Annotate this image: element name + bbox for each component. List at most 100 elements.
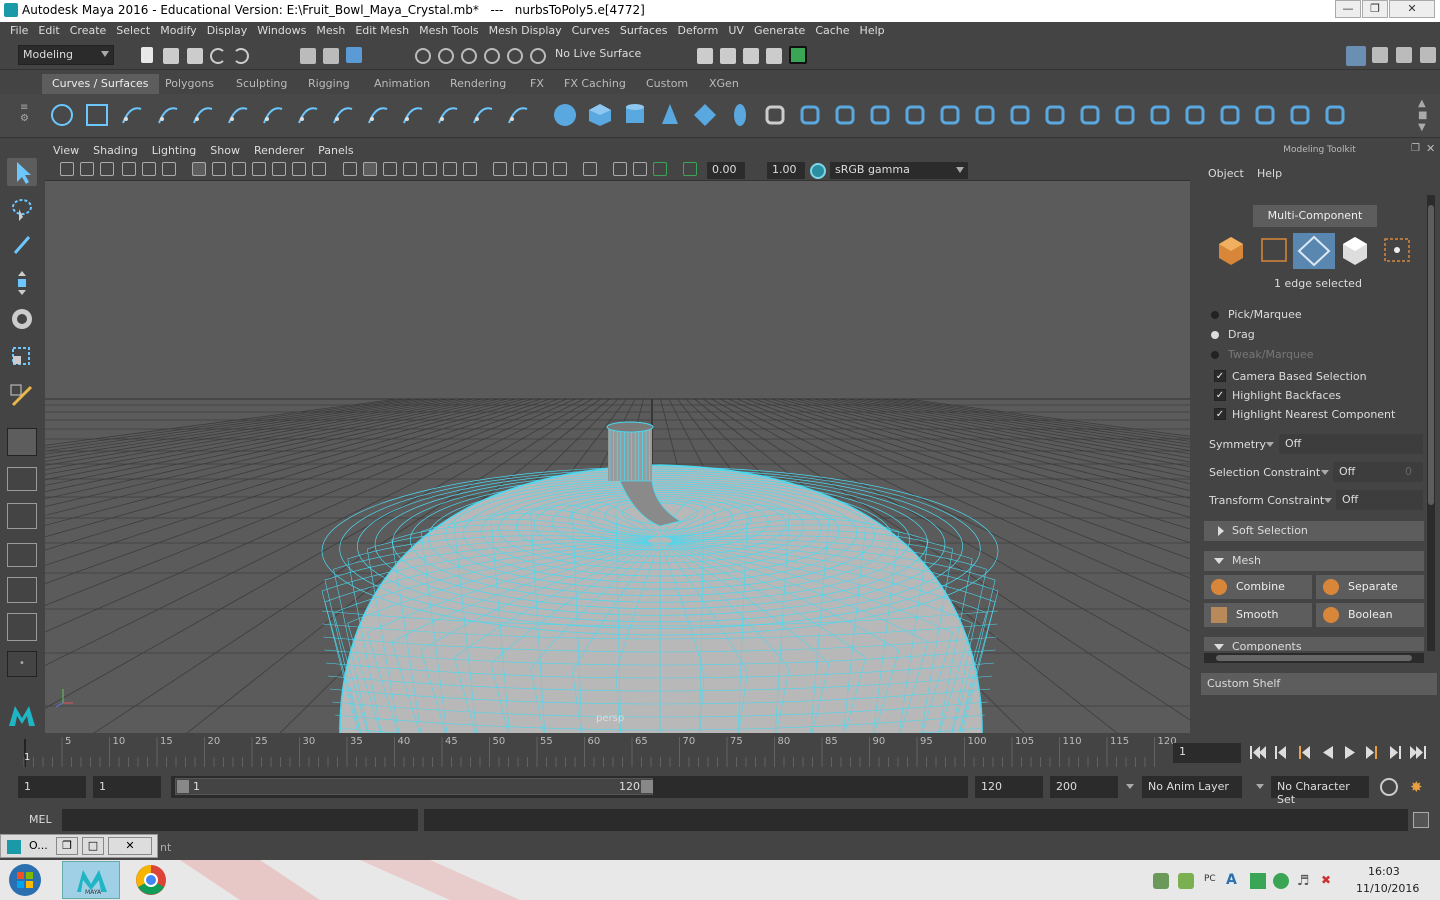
layout-outliner-icon[interactable] xyxy=(7,613,37,641)
tray-muted-icon[interactable]: ✖ xyxy=(1321,873,1337,889)
channel-box-icon[interactable] xyxy=(1420,47,1436,63)
ep-curve-icon[interactable] xyxy=(156,103,180,127)
cv-curve-icon[interactable] xyxy=(120,103,144,127)
snap-grid-icon[interactable] xyxy=(415,48,431,64)
scrollbar-thumb[interactable] xyxy=(1428,205,1434,505)
minimized-window[interactable]: O... ❐ □ ✕ xyxy=(0,834,158,858)
motion-blur-icon[interactable] xyxy=(493,162,507,176)
shelf-tab-rendering[interactable]: Rendering xyxy=(440,74,516,94)
menu-mesh[interactable]: Mesh xyxy=(311,22,350,37)
vertex-mode-icon[interactable] xyxy=(1261,238,1287,262)
transform-constraint-arrow[interactable] xyxy=(1324,498,1332,503)
attach-surface-icon[interactable] xyxy=(1183,103,1207,127)
nurbs-circle-icon[interactable] xyxy=(50,103,74,127)
soft-selection-section[interactable]: Soft Selection xyxy=(1204,521,1424,541)
cut-curve-icon[interactable] xyxy=(331,103,355,127)
color-management-icon[interactable] xyxy=(810,163,826,179)
nurbs-cube-icon[interactable] xyxy=(588,103,612,127)
vertical-scrollbar[interactable] xyxy=(1427,195,1435,651)
menu-curves[interactable]: Curves xyxy=(567,22,615,37)
nurbs-cone-icon[interactable] xyxy=(658,103,682,127)
bevel-plus-icon[interactable] xyxy=(1008,103,1032,127)
tray-green-icon[interactable] xyxy=(1250,873,1266,889)
shelf-scroll-icon[interactable]: ▲ ■ ▼ xyxy=(1418,98,1432,134)
film-gate-icon[interactable] xyxy=(212,162,226,176)
menu-display[interactable]: Display xyxy=(202,22,253,37)
camera-based-checkbox[interactable]: ✓ xyxy=(1214,370,1226,382)
menu-deform[interactable]: Deform xyxy=(672,22,723,37)
step-forward-frame-icon[interactable] xyxy=(1366,746,1377,759)
character-set-arrow[interactable] xyxy=(1256,784,1264,789)
tray-language-icon[interactable]: A xyxy=(1226,872,1242,890)
gate-mask-icon[interactable] xyxy=(252,162,266,176)
select-hierarchy-icon[interactable] xyxy=(300,48,316,64)
nurbs-cylinder-icon[interactable] xyxy=(623,103,647,127)
range-slider-bar[interactable]: 1 120 xyxy=(171,776,968,798)
select-tool-icon[interactable] xyxy=(7,158,37,186)
symmetry-dropdown-arrow[interactable] xyxy=(1266,442,1274,447)
play-backward-icon[interactable] xyxy=(1323,746,1333,759)
clock-time[interactable]: 16:03 xyxy=(1368,865,1400,878)
menu-windows[interactable]: Windows xyxy=(252,22,311,37)
drag-radio[interactable] xyxy=(1211,331,1219,339)
mel-label[interactable]: MEL xyxy=(29,813,52,826)
go-to-end-icon[interactable] xyxy=(1410,746,1426,759)
menu-mesh-display[interactable]: Mesh Display xyxy=(484,22,567,37)
mode-selector[interactable]: Modeling xyxy=(18,45,114,65)
range-start-handle-icon[interactable] xyxy=(177,780,189,793)
lasso-tool-icon[interactable] xyxy=(7,195,37,223)
shelf-menu-icon[interactable]: ≡ ⚙ xyxy=(20,102,34,130)
pick-marquee-radio[interactable] xyxy=(1211,311,1219,319)
field-chart-icon[interactable] xyxy=(272,162,286,176)
custom-shelf-bar[interactable]: Custom Shelf xyxy=(1201,673,1437,695)
symmetry-field[interactable]: Off xyxy=(1279,434,1423,454)
resolution-gate-icon[interactable] xyxy=(232,162,246,176)
color-space-dropdown[interactable]: sRGB gamma xyxy=(830,162,968,179)
grid-icon[interactable] xyxy=(192,162,206,176)
tray-network-icon[interactable] xyxy=(1153,873,1169,889)
selection-constraint-field[interactable]: Off 0 xyxy=(1333,462,1423,482)
maximize-button[interactable]: ❐ xyxy=(1362,0,1388,18)
layout-menu-icon[interactable]: • xyxy=(7,651,37,677)
bookmarks-icon[interactable] xyxy=(100,162,114,176)
playback-end-field[interactable]: 120 xyxy=(975,776,1043,798)
highlight-nearest-checkbox[interactable]: ✓ xyxy=(1214,408,1226,420)
bezier-curve-icon[interactable] xyxy=(261,103,285,127)
viewport-menu-renderer[interactable]: Renderer xyxy=(246,143,310,157)
render-current-icon[interactable] xyxy=(720,48,736,64)
uv-mode-icon[interactable] xyxy=(1384,238,1410,262)
shelf-tab-polygons[interactable]: Polygons xyxy=(155,74,224,94)
toolkit-menu-object[interactable]: Object xyxy=(1208,167,1244,180)
tweak-marquee-radio[interactable] xyxy=(1211,351,1219,359)
render-settings-icon[interactable] xyxy=(766,48,782,64)
viewport-menu-lighting[interactable]: Lighting xyxy=(144,143,202,157)
gamma-icon[interactable] xyxy=(683,162,697,176)
depth-of-field-icon[interactable] xyxy=(533,162,547,176)
multi-component-button[interactable]: Multi-Component xyxy=(1253,205,1377,227)
exposure-field[interactable]: 0.00 xyxy=(707,162,745,179)
minimize-button[interactable]: — xyxy=(1335,0,1361,18)
close-button[interactable]: ✕ xyxy=(1389,0,1435,18)
textured-icon[interactable] xyxy=(403,162,417,176)
combine-button[interactable]: Combine xyxy=(1204,575,1312,599)
xray-joints-icon[interactable] xyxy=(613,162,627,176)
current-frame-field[interactable]: 1 xyxy=(1173,743,1241,763)
menu-surfaces[interactable]: Surfaces xyxy=(615,22,673,37)
hypershade-icon[interactable] xyxy=(789,46,807,64)
end-time-field[interactable]: 200 xyxy=(1050,776,1118,798)
multisample-aa-icon[interactable] xyxy=(513,162,527,176)
shelf-tab-custom[interactable]: Custom xyxy=(636,74,698,94)
toolkit-menu-help[interactable]: Help xyxy=(1257,167,1282,180)
menu-help[interactable]: Help xyxy=(855,22,890,37)
untrim-icon[interactable] xyxy=(1148,103,1172,127)
object-mode-icon[interactable] xyxy=(1219,237,1243,265)
auto-key-icon[interactable] xyxy=(1380,778,1398,796)
image-plane-icon[interactable] xyxy=(122,162,136,176)
menu-uv[interactable]: UV xyxy=(723,22,749,37)
new-scene-icon[interactable] xyxy=(141,47,153,63)
modeling-toolkit-toggle-icon[interactable] xyxy=(1346,46,1366,66)
bevel-icon[interactable] xyxy=(973,103,997,127)
taskbar-chrome-button[interactable] xyxy=(124,861,178,899)
script-editor-icon[interactable] xyxy=(1413,812,1429,828)
nurbs-torus-icon[interactable] xyxy=(728,103,752,127)
